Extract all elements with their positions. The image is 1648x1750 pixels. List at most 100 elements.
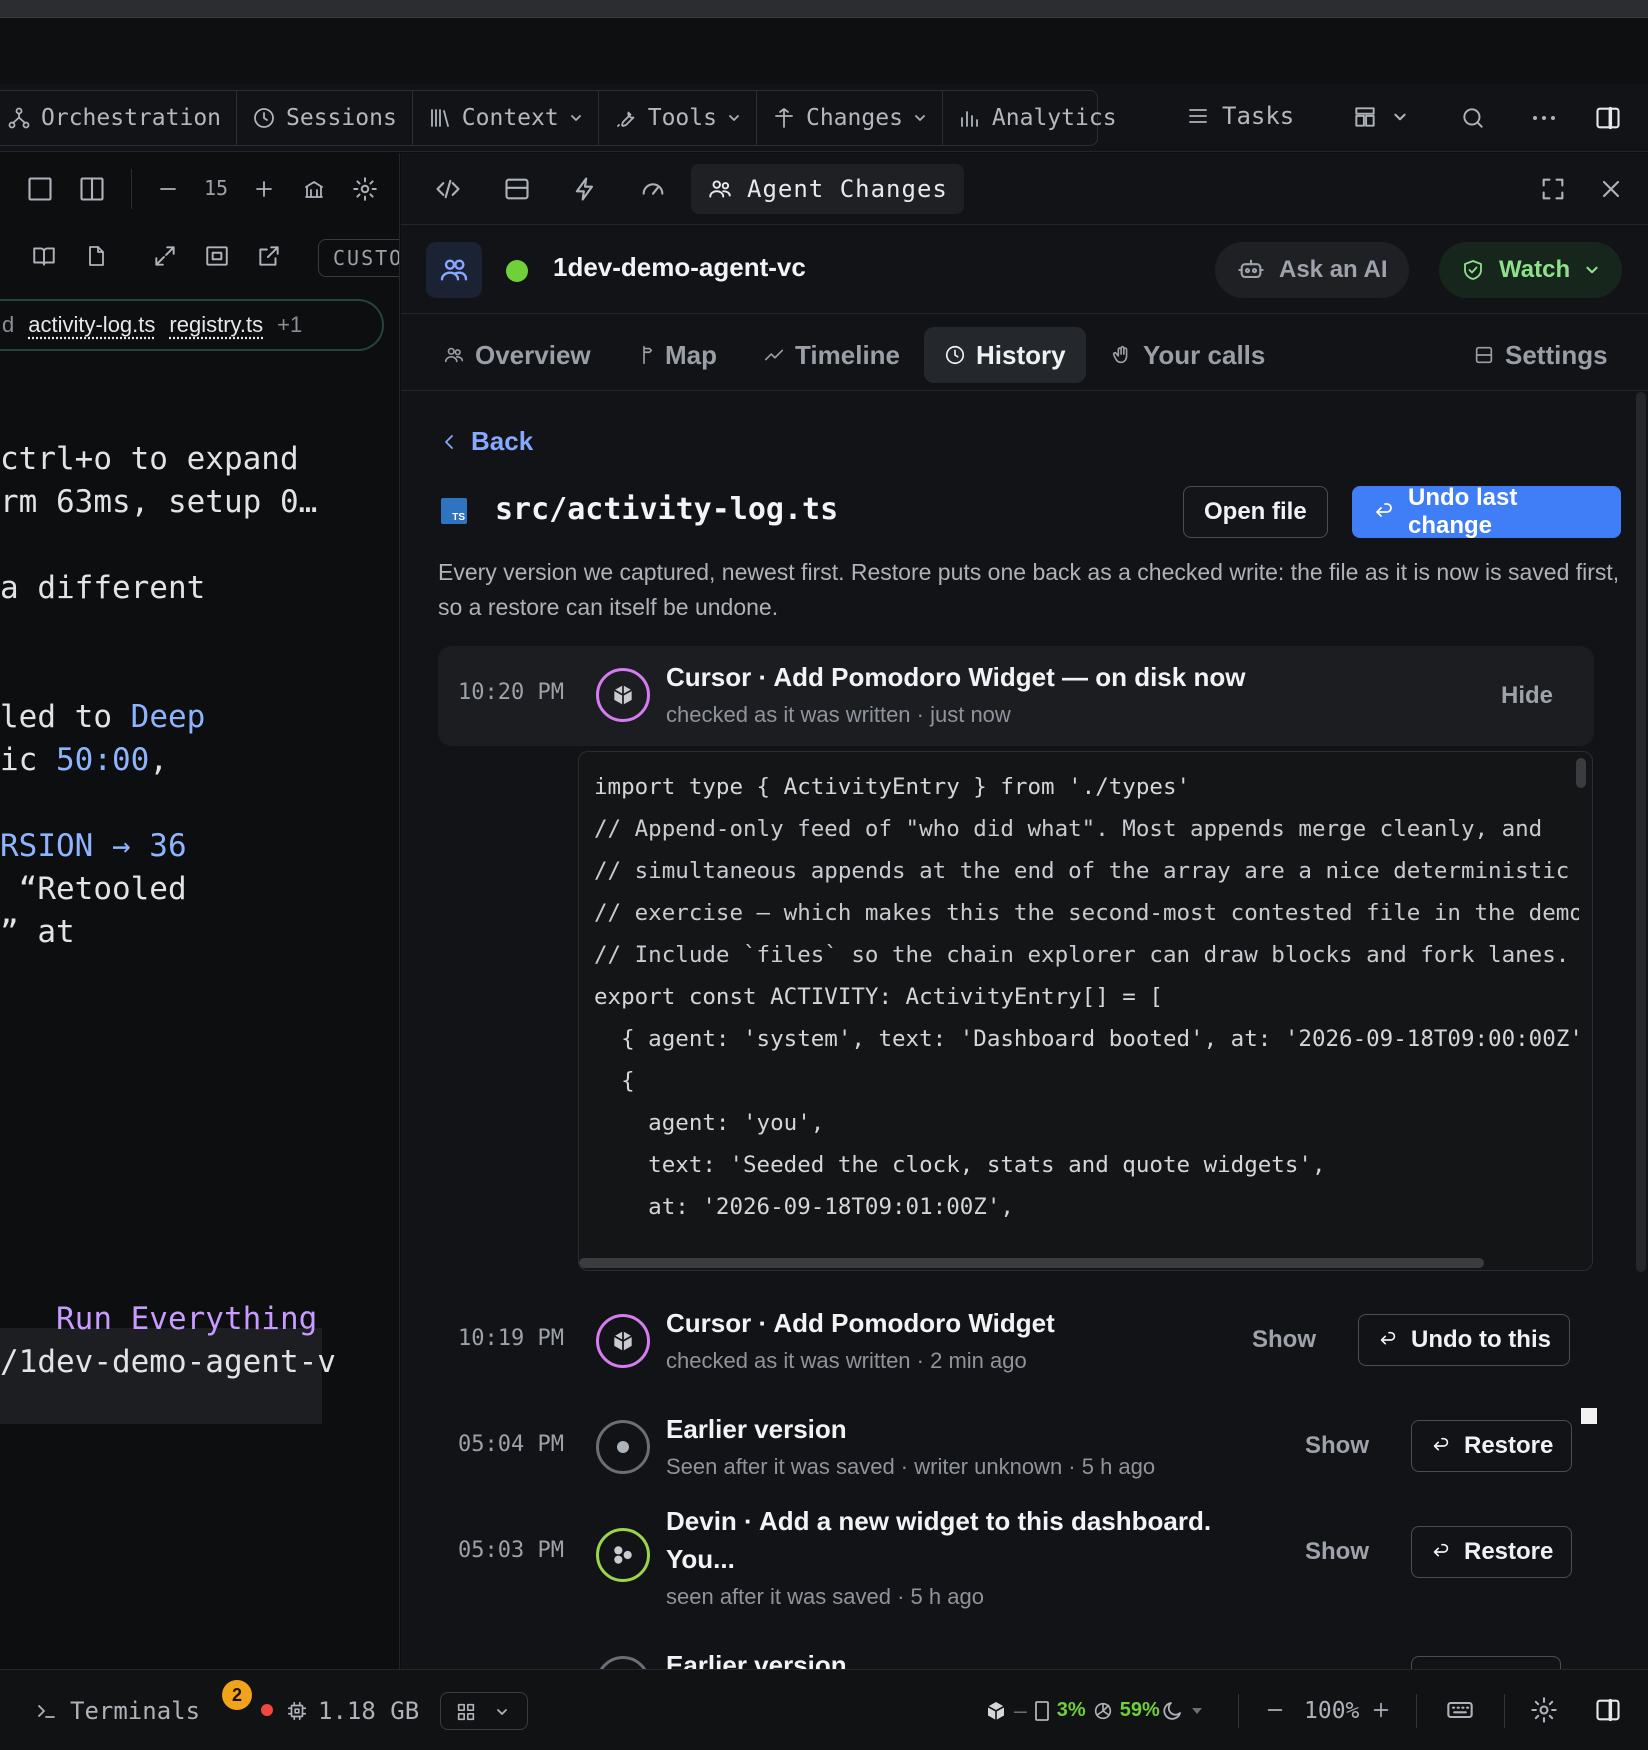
terminal-line: ” at [0, 914, 75, 950]
nav-sessions[interactable]: Sessions [237, 91, 413, 145]
chevron-down-icon [1392, 109, 1408, 125]
main-nav: Orchestration Sessions Context Tools Cha… [0, 84, 1648, 152]
changed-files-pill[interactable]: d activity-log.ts registry.ts +1 [0, 299, 384, 351]
undo-to-this-button[interactable]: Undo to this [1358, 1314, 1570, 1366]
keyboard-icon[interactable] [1446, 1696, 1474, 1724]
tab-overview[interactable]: Overview [423, 327, 611, 383]
left-toolbar: 15 [0, 153, 399, 225]
terminal-line: rm 63ms, setup 0… [0, 484, 318, 520]
gauge-icon[interactable] [639, 175, 667, 203]
tab-settings[interactable]: Settings [1453, 327, 1628, 383]
file-icon[interactable] [84, 243, 108, 269]
lightning-icon[interactable] [571, 175, 599, 203]
open-file-button[interactable]: Open file [1183, 486, 1328, 538]
ask-ai-button[interactable]: Ask an AI [1215, 242, 1410, 298]
tasks-label: Tasks [1222, 102, 1295, 130]
custom-chip[interactable]: CUSTO [318, 239, 399, 277]
external-link-icon[interactable] [256, 243, 282, 269]
restore-button[interactable]: Restore [1411, 1420, 1573, 1472]
show-toggle[interactable]: Show [1305, 1538, 1369, 1566]
fullscreen-icon[interactable] [1539, 175, 1567, 203]
code-line: // Append-only feed of "who did what". M… [594, 816, 1543, 842]
nav-group: Orchestration Sessions Context Tools Cha… [0, 90, 1117, 146]
layout-switcher[interactable] [440, 1692, 528, 1730]
nav-changes[interactable]: Changes [757, 91, 943, 145]
close-icon[interactable] [1597, 175, 1625, 203]
restore-button[interactable]: Restore [1411, 1526, 1573, 1578]
panel-single-icon[interactable] [26, 175, 54, 203]
version-title: Earlier version [666, 1650, 847, 1669]
expand-icon[interactable] [152, 243, 178, 269]
chevron-down-icon [913, 111, 927, 125]
nav-label: Tools [647, 105, 717, 131]
content-scrollbar[interactable] [1636, 392, 1646, 1272]
nav-orchestration[interactable]: Orchestration [0, 91, 238, 145]
version-subtitle: checked as it was written · just now [666, 702, 1011, 727]
signpost-icon [633, 344, 655, 366]
cursor-agent-icon [596, 668, 650, 722]
run-everything-command[interactable]: Run Everything [0, 1301, 317, 1337]
sidebar-toggle-icon[interactable] [1594, 104, 1622, 132]
plus-icon[interactable] [252, 175, 276, 203]
bank-icon[interactable] [302, 175, 326, 203]
undo-last-change-button[interactable]: Undo last change [1352, 484, 1621, 539]
gear-icon[interactable] [1530, 1696, 1558, 1724]
show-toggle[interactable]: Show [1305, 1432, 1369, 1460]
git-icon [772, 106, 796, 130]
panel-layout-icon[interactable] [503, 175, 531, 203]
code-line: // simultaneous appends at the end of th… [594, 858, 1570, 884]
minus-icon[interactable] [156, 175, 180, 203]
gpu-icon [1092, 1700, 1114, 1722]
nav-tools[interactable]: Tools [599, 91, 757, 145]
moon-icon [1160, 1699, 1184, 1723]
code-icon[interactable] [433, 175, 463, 203]
nav-tasks[interactable]: Tasks [1186, 102, 1294, 130]
theme-toggle[interactable] [1160, 1670, 1204, 1750]
nav-label: Analytics [991, 105, 1117, 131]
version-title: Cursor · Add Pomodoro Widget — on disk n… [666, 662, 1246, 692]
code-viewer[interactable]: import type { ActivityEntry } from './ty… [578, 751, 1593, 1271]
settings-box-icon [1473, 344, 1495, 366]
devin-agent-icon [596, 1528, 650, 1582]
layout-icon [1352, 104, 1378, 130]
tab-history[interactable]: History [924, 327, 1086, 383]
nav-context[interactable]: Context [413, 91, 599, 145]
watch-button[interactable]: Watch [1439, 242, 1623, 298]
tab-your-calls[interactable]: Your calls [1091, 327, 1285, 383]
tab-label: Settings [1505, 339, 1608, 370]
terminal-line: ic 50:00, [0, 742, 168, 778]
file-link[interactable]: activity-log.ts [28, 312, 155, 338]
history-description: Every version we captured, newest first.… [438, 559, 1620, 620]
trend-icon [763, 344, 785, 366]
zoom-out-icon[interactable] [1264, 1698, 1286, 1722]
hide-toggle[interactable]: Hide [1501, 682, 1553, 710]
gear-icon[interactable] [352, 175, 378, 203]
tab-agent-changes[interactable]: Agent Changes [691, 164, 964, 214]
window-icon[interactable] [204, 243, 230, 269]
file-path: src/activity-log.ts [495, 492, 839, 527]
search-icon[interactable] [1460, 105, 1486, 131]
show-toggle[interactable]: Show [1252, 1326, 1316, 1354]
window-top-strip [0, 0, 1648, 18]
zoom-in-icon[interactable] [1370, 1698, 1392, 1722]
back-link[interactable]: Back [441, 426, 533, 457]
history-content: Back TS src/activity-log.ts Open file Un… [401, 392, 1648, 1669]
tab-timeline[interactable]: Timeline [743, 327, 920, 383]
tab-map[interactable]: Map [613, 327, 737, 383]
code-horizontal-scrollbar[interactable] [579, 1258, 1484, 1268]
restore-button[interactable] [1411, 1656, 1561, 1669]
status-indicator [506, 260, 528, 282]
book-icon[interactable] [30, 243, 58, 269]
layout-menu-button[interactable] [1352, 104, 1408, 130]
panel-split-icon[interactable] [78, 175, 106, 203]
font-size-value: 15 [204, 176, 229, 200]
terminal-line: RSION → 36 [0, 828, 187, 864]
terminals-button[interactable]: Terminals [34, 1670, 200, 1750]
code-vertical-scrollbar[interactable] [1576, 758, 1586, 788]
file-link[interactable]: registry.ts [169, 312, 263, 338]
nav-analytics[interactable]: Analytics [943, 91, 1132, 145]
sidebar-toggle-icon[interactable] [1594, 1696, 1622, 1724]
ask-ai-label: Ask an AI [1279, 256, 1388, 283]
robot-icon [1237, 256, 1265, 284]
more-icon[interactable] [1530, 105, 1558, 131]
